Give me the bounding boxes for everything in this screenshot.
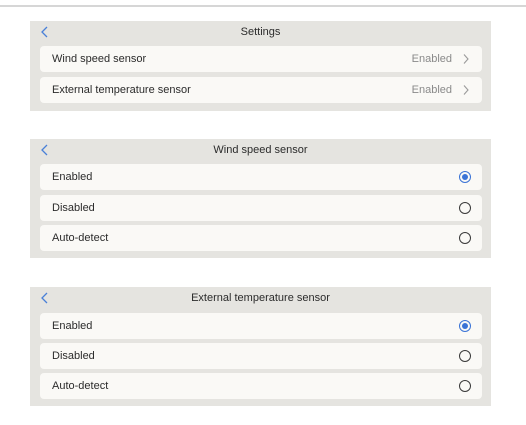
external-temperature-sensor-panel: External temperature sensor Enabled Disa…	[30, 287, 491, 406]
radio-button-icon[interactable]	[459, 350, 471, 362]
option-label: Disabled	[52, 202, 95, 214]
radio-button-icon[interactable]	[459, 380, 471, 392]
settings-item-value: Enabled	[411, 84, 452, 96]
back-button[interactable]	[40, 287, 50, 309]
option-label: Enabled	[52, 171, 93, 183]
page-title: External temperature sensor	[191, 292, 330, 304]
chevron-right-icon	[462, 53, 470, 65]
page-title: Settings	[240, 26, 281, 38]
top-divider	[0, 5, 526, 7]
option-label: Enabled	[52, 320, 93, 332]
option-label: Disabled	[52, 350, 95, 362]
settings-item-value: Enabled	[411, 53, 452, 65]
settings-item-external-temperature-sensor[interactable]: External temperature sensor Enabled	[40, 77, 482, 103]
wind-speed-sensor-panel: Wind speed sensor Enabled Disabled Auto-…	[30, 139, 491, 258]
option-label: Auto-detect	[52, 232, 109, 244]
radio-button-icon[interactable]	[459, 320, 471, 332]
chevron-left-icon	[41, 26, 48, 38]
chevron-left-icon	[41, 292, 48, 304]
option-enabled[interactable]: Enabled	[40, 313, 482, 339]
settings-item-label: External temperature sensor	[52, 84, 191, 96]
radio-button-icon[interactable]	[459, 171, 471, 183]
settings-header: Settings	[30, 21, 491, 43]
wind-speed-header: Wind speed sensor	[30, 139, 491, 161]
option-auto-detect[interactable]: Auto-detect	[40, 373, 482, 399]
chevron-left-icon	[41, 144, 48, 156]
option-auto-detect[interactable]: Auto-detect	[40, 225, 482, 251]
option-disabled[interactable]: Disabled	[40, 343, 482, 369]
page-title: Wind speed sensor	[213, 144, 308, 156]
settings-item-wind-speed-sensor[interactable]: Wind speed sensor Enabled	[40, 46, 482, 72]
option-label: Auto-detect	[52, 380, 109, 392]
chevron-right-icon	[462, 84, 470, 96]
option-enabled[interactable]: Enabled	[40, 164, 482, 190]
external-temperature-header: External temperature sensor	[30, 287, 491, 309]
option-disabled[interactable]: Disabled	[40, 195, 482, 221]
back-button[interactable]	[40, 139, 50, 161]
settings-panel: Settings Wind speed sensor Enabled Exter…	[30, 21, 491, 111]
back-button[interactable]	[40, 21, 50, 43]
radio-button-icon[interactable]	[459, 202, 471, 214]
settings-item-label: Wind speed sensor	[52, 53, 147, 65]
radio-button-icon[interactable]	[459, 232, 471, 244]
